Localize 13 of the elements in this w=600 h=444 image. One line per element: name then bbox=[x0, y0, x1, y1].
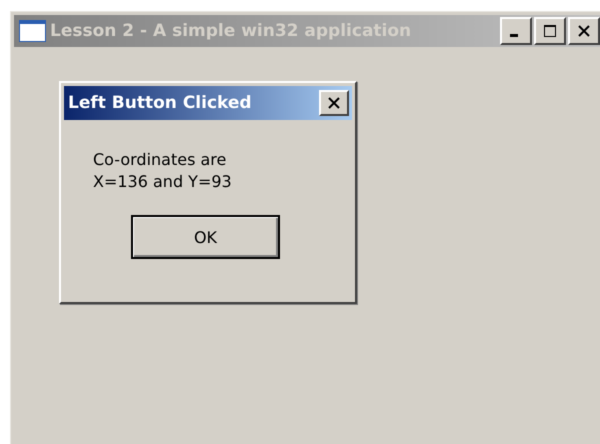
ok-button[interactable]: OK bbox=[131, 215, 280, 259]
maximize-button[interactable] bbox=[534, 17, 566, 45]
maximize-icon bbox=[543, 24, 557, 38]
close-button[interactable] bbox=[319, 90, 349, 116]
dialog-title: Left Button Clicked bbox=[68, 93, 252, 113]
window-icon bbox=[19, 20, 46, 42]
minimize-icon bbox=[510, 34, 518, 37]
close-icon bbox=[577, 24, 591, 38]
message-text: X=136 and Y=93 bbox=[93, 172, 232, 191]
close-button[interactable] bbox=[568, 17, 600, 45]
minimize-button[interactable] bbox=[500, 17, 532, 45]
message-text: Co-ordinates are bbox=[93, 150, 226, 169]
close-icon bbox=[327, 96, 341, 110]
